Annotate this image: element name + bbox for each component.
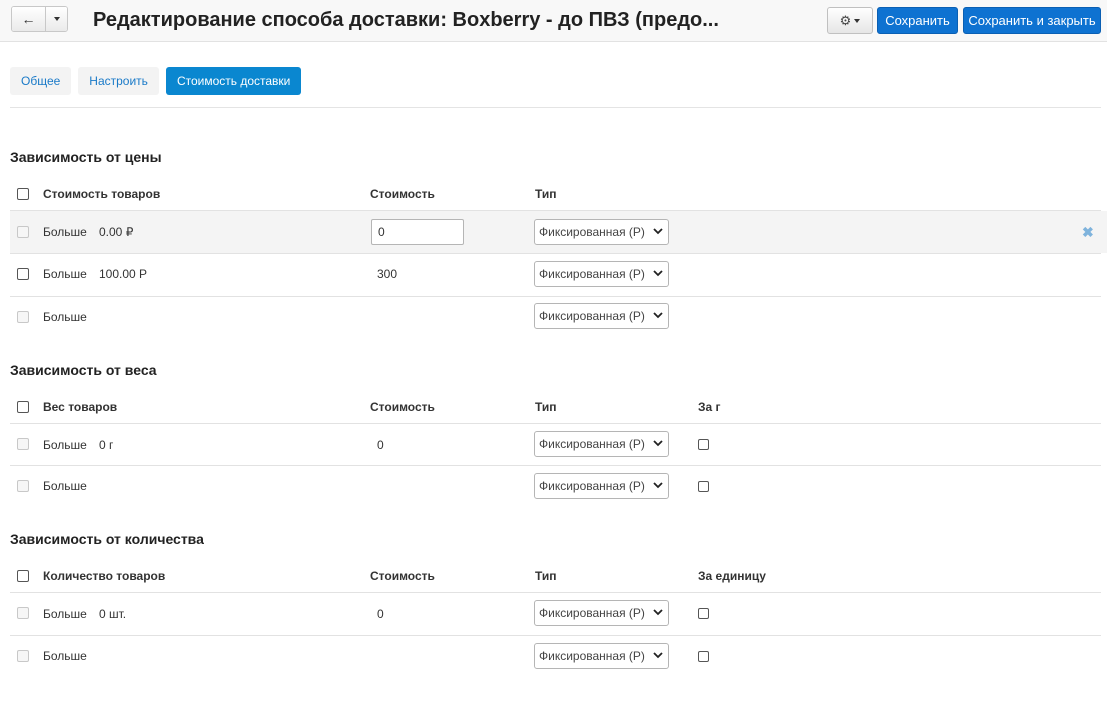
row-checkbox xyxy=(17,650,29,662)
row-more-label: Больше xyxy=(43,267,87,281)
row-more-label: Больше xyxy=(43,479,87,493)
row-cost-value[interactable]: 0 xyxy=(377,438,384,452)
chevron-down-icon xyxy=(653,312,663,319)
page-title: Редактирование способа доставки: Boxberr… xyxy=(93,9,719,31)
arrow-left-icon: ← xyxy=(21,11,36,27)
remove-row-icon[interactable]: ✖ xyxy=(1082,224,1094,241)
per-gram-checkbox[interactable] xyxy=(698,481,709,492)
history-dropdown-button[interactable] xyxy=(46,7,67,31)
settings-dropdown-button[interactable]: ⚙ xyxy=(827,7,873,34)
quantity-dependency-title: Зависимость от количества xyxy=(10,531,204,547)
chevron-down-icon xyxy=(653,652,663,659)
row-checkbox[interactable] xyxy=(17,268,29,280)
row-more-label: Больше xyxy=(43,225,87,239)
quantity-goods-header: Количество товаров xyxy=(43,569,166,583)
weight-dependency-title: Зависимость от веса xyxy=(10,362,157,378)
row-divider xyxy=(10,423,1101,424)
quantity-type-header: Тип xyxy=(535,569,557,583)
row-more-label: Больше xyxy=(43,649,87,663)
cost-input[interactable]: 0 xyxy=(371,219,464,245)
tab-bar: Общее Настроить Стоимость доставки xyxy=(10,67,308,95)
row-divider xyxy=(10,592,1101,593)
save-and-close-button[interactable]: Сохранить и закрыть xyxy=(963,7,1101,34)
type-select[interactable]: Фиксированная (Р) xyxy=(534,261,669,287)
type-select-value: Фиксированная (Р) xyxy=(539,437,645,451)
chevron-down-icon xyxy=(653,440,663,447)
tab-delivery-cost[interactable]: Стоимость доставки xyxy=(165,67,302,95)
gear-icon: ⚙ xyxy=(839,12,852,28)
row-checkbox xyxy=(17,311,29,323)
row-checkbox xyxy=(17,607,29,619)
top-toolbar: ← Редактирование способа доставки: Boxbe… xyxy=(0,0,1107,42)
tab-general[interactable]: Общее xyxy=(10,67,72,95)
type-select[interactable]: Фиксированная (Р) xyxy=(534,303,669,329)
row-threshold-value[interactable]: 0 шт. xyxy=(99,607,126,621)
type-select[interactable]: Фиксированная (Р) xyxy=(534,600,669,626)
caret-down-icon xyxy=(53,17,60,21)
type-select[interactable]: Фиксированная (Р) xyxy=(534,643,669,669)
type-select-value: Фиксированная (Р) xyxy=(539,309,645,323)
type-select[interactable]: Фиксированная (Р) xyxy=(534,431,669,457)
per-unit-checkbox[interactable] xyxy=(698,651,709,662)
row-divider xyxy=(10,296,1101,297)
chevron-down-icon xyxy=(653,609,663,616)
type-select-value: Фиксированная (Р) xyxy=(539,649,645,663)
tabs-divider xyxy=(10,107,1101,108)
chevron-down-icon xyxy=(653,482,663,489)
row-cost-value[interactable]: 300 xyxy=(377,267,397,281)
row-cost-value[interactable]: 0 xyxy=(377,607,384,621)
chevron-down-icon xyxy=(653,270,663,277)
type-select[interactable]: Фиксированная (Р) xyxy=(534,219,669,245)
type-select-value: Фиксированная (Р) xyxy=(539,606,645,620)
price-type-header: Тип xyxy=(535,187,557,201)
price-dependency-title: Зависимость от цены xyxy=(10,149,162,165)
row-checkbox xyxy=(17,226,29,238)
price-goods-header: Стоимость товаров xyxy=(43,187,161,201)
type-select-value: Фиксированная (Р) xyxy=(539,267,645,281)
weight-cost-header: Стоимость xyxy=(370,400,435,414)
type-select[interactable]: Фиксированная (Р) xyxy=(534,473,669,499)
price-cost-header: Стоимость xyxy=(370,187,435,201)
row-divider xyxy=(10,465,1101,466)
back-button[interactable]: ← xyxy=(12,7,46,31)
tab-configure[interactable]: Настроить xyxy=(78,67,159,95)
chevron-down-icon xyxy=(653,228,663,235)
weight-select-all-checkbox[interactable] xyxy=(17,401,29,413)
weight-type-header: Тип xyxy=(535,400,557,414)
type-select-value: Фиксированная (Р) xyxy=(539,225,645,239)
row-more-label: Больше xyxy=(43,438,87,452)
price-select-all-checkbox[interactable] xyxy=(17,188,29,200)
row-threshold-value: 0.00 ₽ xyxy=(99,225,134,239)
row-divider xyxy=(10,253,1101,254)
quantity-cost-header: Стоимость xyxy=(370,569,435,583)
row-more-label: Больше xyxy=(43,607,87,621)
navigation-button-group: ← xyxy=(11,6,68,32)
quantity-per-header: За единицу xyxy=(698,569,766,583)
row-threshold-value[interactable]: 100.00 Р xyxy=(99,267,147,281)
row-checkbox xyxy=(17,480,29,492)
weight-goods-header: Вес товаров xyxy=(43,400,118,414)
type-select-value: Фиксированная (Р) xyxy=(539,479,645,493)
caret-down-icon xyxy=(854,18,861,23)
weight-per-header: За г xyxy=(698,400,721,414)
per-gram-checkbox[interactable] xyxy=(698,439,709,450)
row-divider xyxy=(10,635,1101,636)
row-threshold-value[interactable]: 0 г xyxy=(99,438,113,452)
save-button[interactable]: Сохранить xyxy=(877,7,958,34)
row-checkbox xyxy=(17,438,29,450)
quantity-select-all-checkbox[interactable] xyxy=(17,570,29,582)
row-more-label: Больше xyxy=(43,310,87,324)
per-unit-checkbox[interactable] xyxy=(698,608,709,619)
